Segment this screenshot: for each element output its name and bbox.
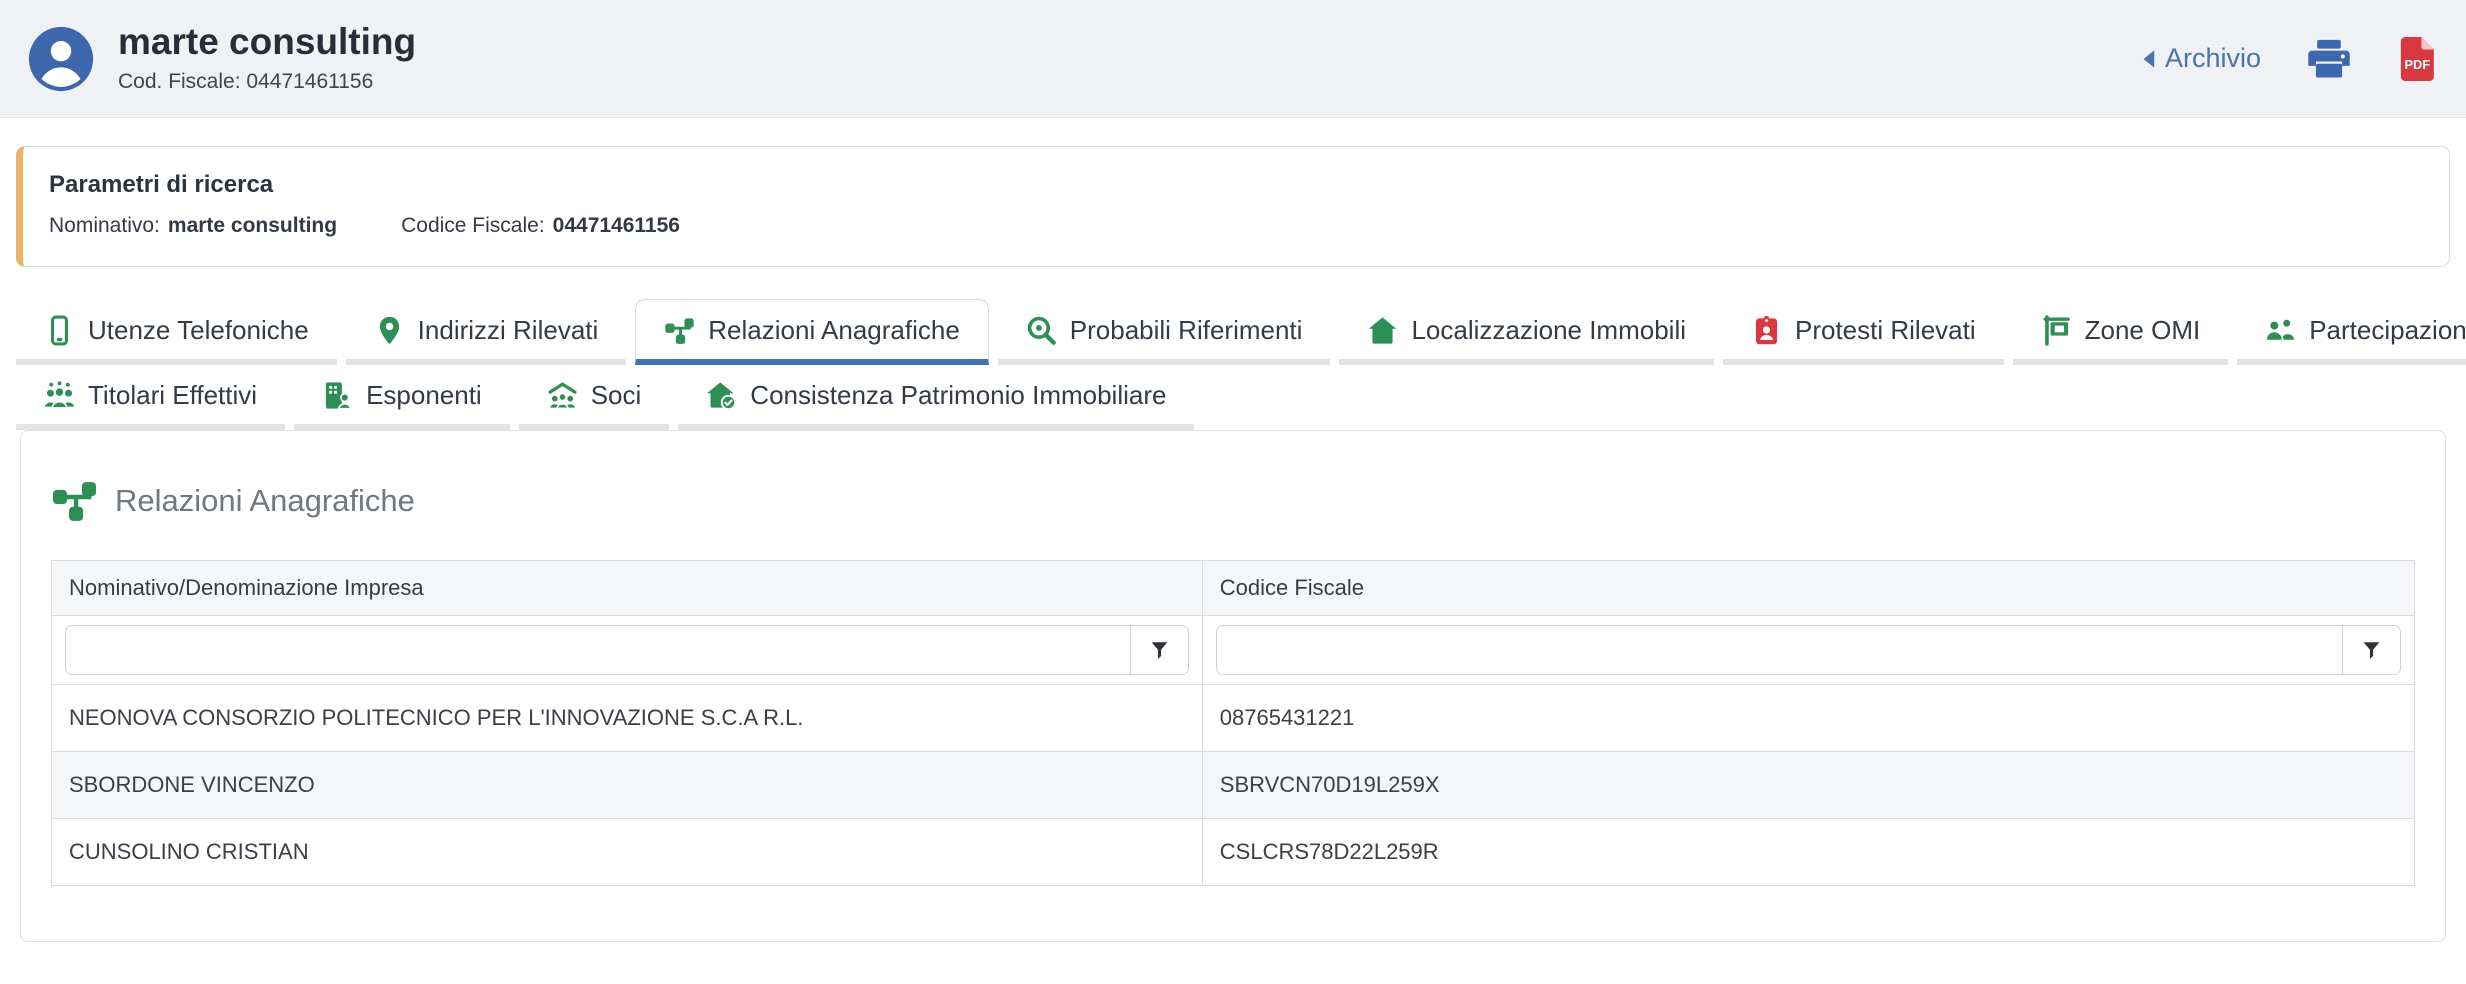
funnel-filter-icon <box>2361 639 2382 662</box>
tab-label: Titolari Effettivi <box>88 380 257 411</box>
cell-nominativo: SBORDONE VINCENZO <box>52 752 1203 819</box>
tab-titolari-effettivi[interactable]: Titolari Effettivi <box>16 365 285 430</box>
tab-label: Protesti Rilevati <box>1795 315 1976 346</box>
tab-zone-omi[interactable]: Zone OMI <box>2013 300 2229 365</box>
tab-label: Soci <box>591 380 642 411</box>
filter-input-nominativo[interactable] <box>66 626 1130 674</box>
house-check-icon <box>706 380 737 411</box>
people-dots-icon <box>44 380 75 411</box>
zone-sign-icon <box>2041 315 2072 346</box>
filter-input-codice-fiscale[interactable] <box>1217 626 2342 674</box>
tab-label: Consistenza Patrimonio Immobiliare <box>750 380 1166 411</box>
param-codice-fiscale: Codice Fiscale: 04471461156 <box>401 214 680 238</box>
tab-row-2: Titolari Effettivi Esponenti <box>16 365 2450 430</box>
filter-button-codice-fiscale[interactable] <box>2342 626 2400 674</box>
tab-row-1: Utenze Telefoniche Indirizzi Rilevati Re… <box>16 299 2450 365</box>
tab-label: Zone OMI <box>2085 315 2201 346</box>
caret-left-icon <box>2141 49 2156 69</box>
tab-soci[interactable]: Soci <box>519 365 670 430</box>
user-avatar-icon <box>26 24 96 94</box>
network-relations-icon <box>51 477 98 524</box>
cell-codice-fiscale: SBRVCN70D19L259X <box>1202 752 2414 819</box>
tab-label: Utenze Telefoniche <box>88 315 309 346</box>
table-filter-row <box>52 616 2415 685</box>
network-relations-icon <box>664 315 695 346</box>
search-params-values: Nominativo: marte consulting Codice Fisc… <box>49 214 2423 238</box>
page-title: marte consulting <box>118 23 416 62</box>
search-params-card: Parametri di ricerca Nominativo: marte c… <box>16 146 2450 267</box>
tab-probabili-riferimenti[interactable]: Probabili Riferimenti <box>998 300 1331 365</box>
cell-codice-fiscale: CSLCRS78D22L259R <box>1202 819 2414 886</box>
tab-label: Probabili Riferimenti <box>1070 315 1303 346</box>
param-nominativo: Nominativo: marte consulting <box>49 214 337 238</box>
tab-partecipazioni[interactable]: Partecipazioni <box>2237 300 2466 365</box>
mobile-phone-icon <box>44 315 75 346</box>
archive-link-label: Archivio <box>2165 43 2261 74</box>
header-actions: Archivio PDF <box>2141 37 2440 81</box>
tab-indirizzi-rilevati[interactable]: Indirizzi Rilevati <box>346 300 627 365</box>
map-pin-icon <box>374 315 405 346</box>
param-nominativo-value: marte consulting <box>168 214 337 238</box>
tab-esponenti[interactable]: Esponenti <box>294 365 510 430</box>
filter-cell-codice-fiscale <box>1202 616 2414 685</box>
tab-utenze-telefoniche[interactable]: Utenze Telefoniche <box>16 300 337 365</box>
table-row[interactable]: NEONOVA CONSORZIO POLITECNICO PER L'INNO… <box>52 685 2415 752</box>
section-heading-label: Relazioni Anagrafiche <box>115 483 415 519</box>
people-roof-icon <box>547 380 578 411</box>
param-codice-fiscale-value: 04471461156 <box>553 214 680 238</box>
column-header-nominativo: Nominativo/Denominazione Impresa <box>52 561 1203 616</box>
tab-consistenza-patrimonio[interactable]: Consistenza Patrimonio Immobiliare <box>678 365 1194 430</box>
funnel-filter-icon <box>1149 639 1170 662</box>
cell-codice-fiscale: 08765431221 <box>1202 685 2414 752</box>
param-nominativo-label: Nominativo: <box>49 214 160 238</box>
content-panel: Relazioni Anagrafiche Nominativo/Denomin… <box>20 430 2446 942</box>
printer-icon <box>2307 39 2351 79</box>
table-header-row: Nominativo/Denominazione Impresa Codice … <box>52 561 2415 616</box>
section-heading: Relazioni Anagrafiche <box>51 477 2415 524</box>
archive-link[interactable]: Archivio <box>2141 43 2261 74</box>
tab-relazioni-anagrafiche[interactable]: Relazioni Anagrafiche <box>635 299 989 365</box>
table-row[interactable]: CUNSOLINO CRISTIAN CSLCRS78D22L259R <box>52 819 2415 886</box>
users-group-icon <box>2265 315 2296 346</box>
cell-nominativo: CUNSOLINO CRISTIAN <box>52 819 1203 886</box>
tab-protesti-rilevati[interactable]: Protesti Rilevati <box>1723 300 2004 365</box>
tab-label: Indirizzi Rilevati <box>418 315 599 346</box>
pdf-icon: PDF <box>2397 37 2434 81</box>
tabs-navigation: Utenze Telefoniche Indirizzi Rilevati Re… <box>16 299 2450 430</box>
search-location-icon <box>1026 315 1057 346</box>
app-header: marte consulting Cod. Fiscale: 044714611… <box>0 0 2466 118</box>
house-icon <box>1367 315 1398 346</box>
tab-label: Partecipazioni <box>2309 315 2466 346</box>
tab-localizzazione-immobili[interactable]: Localizzazione Immobili <box>1339 300 1714 365</box>
search-params-title: Parametri di ricerca <box>49 171 2423 199</box>
tab-label: Relazioni Anagrafiche <box>708 315 960 346</box>
column-header-codice-fiscale: Codice Fiscale <box>1202 561 2414 616</box>
pdf-export-button[interactable]: PDF <box>2397 37 2434 81</box>
table-row[interactable]: SBORDONE VINCENZO SBRVCN70D19L259X <box>52 752 2415 819</box>
tab-label: Esponenti <box>366 380 482 411</box>
protest-badge-icon <box>1751 315 1782 346</box>
header-titles: marte consulting Cod. Fiscale: 044714611… <box>118 23 416 95</box>
param-codice-fiscale-label: Codice Fiscale: <box>401 214 545 238</box>
svg-text:PDF: PDF <box>2404 56 2430 71</box>
print-button[interactable] <box>2307 39 2351 79</box>
filter-input-group <box>65 625 1189 675</box>
cell-nominativo: NEONOVA CONSORZIO POLITECNICO PER L'INNO… <box>52 685 1203 752</box>
company-fiscal-code: Cod. Fiscale: 04471461156 <box>118 70 416 94</box>
filter-cell-nominativo <box>52 616 1203 685</box>
filter-button-nominativo[interactable] <box>1130 626 1188 674</box>
relazioni-table: Nominativo/Denominazione Impresa Codice … <box>51 560 2415 886</box>
building-user-icon <box>322 380 353 411</box>
tab-label: Localizzazione Immobili <box>1411 315 1686 346</box>
filter-input-group <box>1216 625 2401 675</box>
